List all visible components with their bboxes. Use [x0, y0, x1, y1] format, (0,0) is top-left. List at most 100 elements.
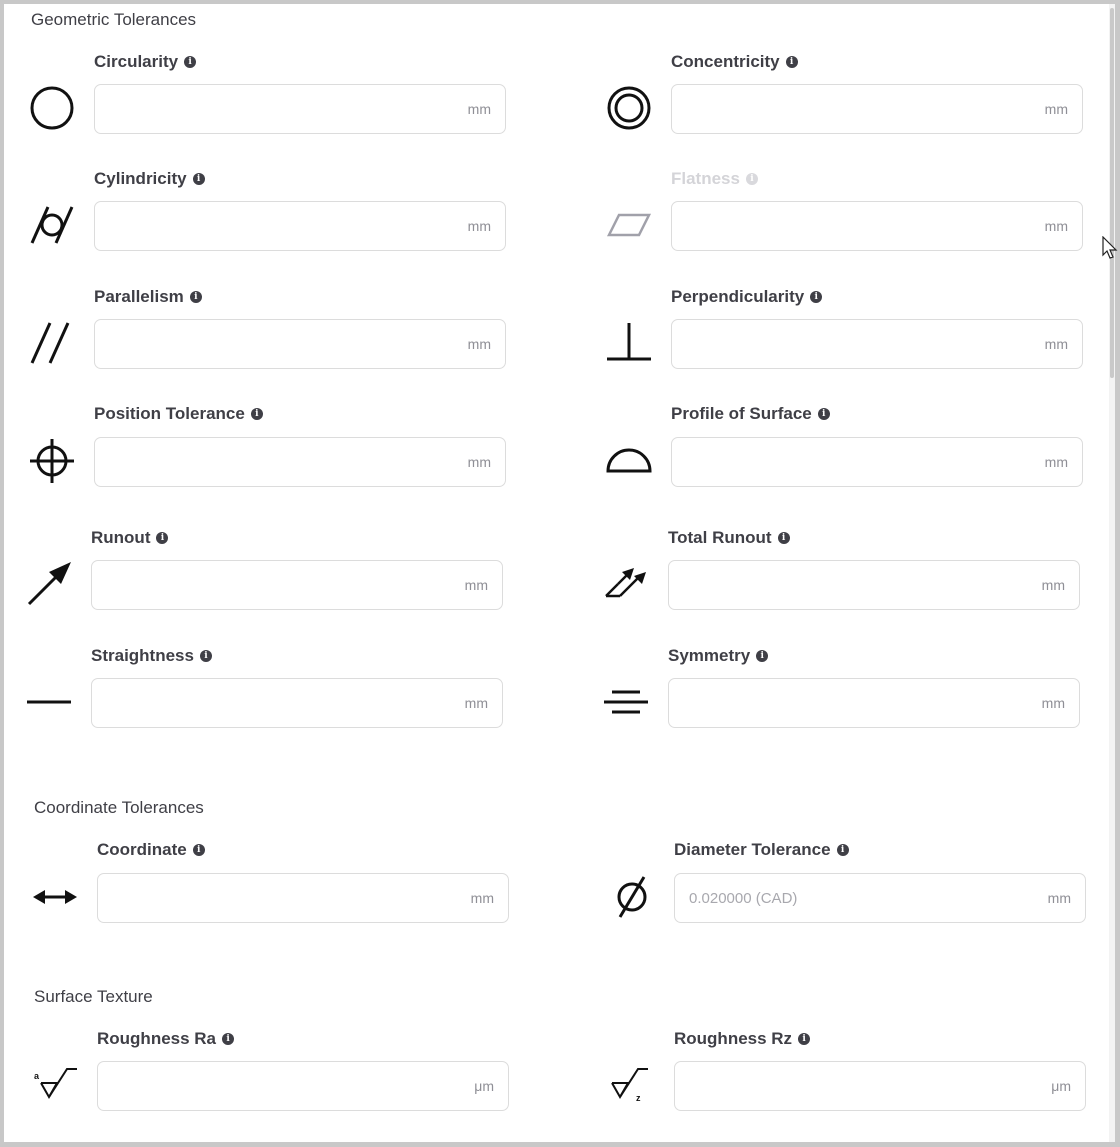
- parallelism-label: Parallelism: [94, 287, 184, 306]
- crosshair-icon: [28, 437, 76, 485]
- unit-label: mm: [1044, 336, 1068, 352]
- straightness-input-box[interactable]: mm: [91, 678, 503, 728]
- unit-label: mm: [467, 336, 491, 352]
- diameter-tolerance-input[interactable]: [675, 874, 1048, 922]
- perpendicularity-input-box[interactable]: mm: [671, 319, 1083, 369]
- roughness-ra-input[interactable]: [98, 1062, 475, 1110]
- runout-input[interactable]: [92, 561, 465, 609]
- circularity-label: Circularity: [94, 52, 179, 71]
- position-tolerance-input-box[interactable]: mm: [94, 437, 506, 487]
- roughness-rz-input-box[interactable]: μm: [674, 1061, 1086, 1111]
- unit-label: μm: [474, 1078, 494, 1094]
- straightness-label: Straightness: [91, 646, 194, 665]
- parallel-lines-icon: [28, 319, 76, 367]
- concentric-circles-icon: [605, 84, 653, 132]
- straightness-input[interactable]: [92, 679, 465, 727]
- symmetry-input[interactable]: [669, 679, 1042, 727]
- total-runout-input-box[interactable]: mm: [668, 560, 1080, 610]
- section-title-surface: Surface Texture: [34, 987, 153, 1006]
- roughness-rz-input[interactable]: [675, 1062, 1052, 1110]
- perpendicular-icon: [605, 319, 653, 367]
- info-icon[interactable]: i: [745, 173, 758, 185]
- coordinate-label: Coordinate: [97, 840, 187, 859]
- info-icon[interactable]: i: [222, 1033, 235, 1045]
- scrollbar-thumb[interactable]: [1110, 8, 1114, 378]
- concentricity-label: Concentricity: [671, 52, 780, 71]
- unit-label: mm: [464, 577, 488, 593]
- semicircle-icon: [605, 437, 653, 485]
- concentricity-input-box[interactable]: mm: [671, 84, 1083, 134]
- info-icon[interactable]: i: [798, 1033, 811, 1045]
- info-icon[interactable]: i: [189, 291, 202, 303]
- runout-label: Runout: [91, 528, 151, 547]
- profile-of-surface-label: Profile of Surface: [671, 404, 812, 423]
- diameter-tolerance-input-box[interactable]: mm: [674, 873, 1086, 923]
- cylindricity-input[interactable]: [95, 202, 468, 250]
- circle-icon: [28, 84, 76, 132]
- info-icon[interactable]: i: [156, 532, 169, 544]
- unit-label: mm: [1041, 577, 1065, 593]
- cylindricity-label: Cylindricity: [94, 169, 187, 188]
- parallelogram-icon: [605, 201, 653, 249]
- section-title-coordinate: Coordinate Tolerances: [34, 798, 204, 817]
- flatness-input[interactable]: [672, 202, 1045, 250]
- circularity-input[interactable]: [95, 85, 468, 133]
- info-icon[interactable]: i: [817, 408, 830, 420]
- roughness-rz-icon: z: [608, 1061, 656, 1109]
- line-icon: [25, 678, 73, 726]
- info-icon[interactable]: i: [810, 291, 823, 303]
- info-icon[interactable]: i: [756, 650, 769, 662]
- coordinate-input-box[interactable]: mm: [97, 873, 509, 923]
- profile-of-surface-input-box[interactable]: mm: [671, 437, 1083, 487]
- unit-label: mm: [467, 454, 491, 470]
- info-icon[interactable]: i: [785, 56, 798, 68]
- coordinate-input[interactable]: [98, 874, 471, 922]
- double-headed-arrow-icon: [31, 873, 79, 921]
- info-icon[interactable]: i: [777, 532, 790, 544]
- info-icon[interactable]: i: [836, 844, 849, 856]
- unit-label: mm: [1044, 454, 1068, 470]
- diameter-tolerance-label: Diameter Tolerance: [674, 840, 831, 859]
- unit-label: mm: [1041, 695, 1065, 711]
- profile-of-surface-input[interactable]: [672, 438, 1045, 486]
- roughness-rz-label: Roughness Rz: [674, 1029, 793, 1048]
- cylindricity-icon: [28, 201, 76, 249]
- mouse-cursor-icon: [1102, 236, 1118, 259]
- unit-label: μm: [1051, 1078, 1071, 1094]
- info-icon[interactable]: i: [192, 844, 205, 856]
- tolerance-panel: Geometric Tolerances Circularity i mm Co…: [4, 4, 1115, 1142]
- parallelism-input-box[interactable]: mm: [94, 319, 506, 369]
- info-icon[interactable]: i: [192, 173, 205, 185]
- roughness-ra-letter: a: [34, 1071, 40, 1081]
- diameter-icon: [608, 873, 656, 921]
- position-tolerance-input[interactable]: [95, 438, 468, 486]
- total-runout-input[interactable]: [669, 561, 1042, 609]
- roughness-rz-letter: z: [636, 1093, 641, 1103]
- parallelism-input[interactable]: [95, 320, 468, 368]
- unit-label: mm: [467, 101, 491, 117]
- info-icon[interactable]: i: [199, 650, 212, 662]
- concentricity-input[interactable]: [672, 85, 1045, 133]
- arrow-icon: [25, 560, 73, 608]
- unit-label: mm: [467, 218, 491, 234]
- perpendicularity-label: Perpendicularity: [671, 287, 805, 306]
- circularity-input-box[interactable]: mm: [94, 84, 506, 134]
- section-title-geometric: Geometric Tolerances: [31, 10, 197, 29]
- cylindricity-input-box[interactable]: mm: [94, 201, 506, 251]
- total-runout-label: Total Runout: [668, 528, 772, 547]
- info-icon[interactable]: i: [184, 56, 197, 68]
- unit-label: mm: [470, 890, 494, 906]
- unit-label: mm: [464, 695, 488, 711]
- symmetry-label: Symmetry: [668, 646, 751, 665]
- roughness-ra-input-box[interactable]: μm: [97, 1061, 509, 1111]
- symmetry-icon: [602, 678, 650, 726]
- runout-input-box[interactable]: mm: [91, 560, 503, 610]
- symmetry-input-box[interactable]: mm: [668, 678, 1080, 728]
- flatness-input-box[interactable]: mm: [671, 201, 1083, 251]
- flatness-label: Flatness: [671, 169, 740, 188]
- roughness-ra-icon: a: [31, 1061, 79, 1109]
- perpendicularity-input[interactable]: [672, 320, 1045, 368]
- double-arrow-icon: [602, 560, 650, 608]
- scrollbar[interactable]: [1109, 4, 1115, 1142]
- info-icon[interactable]: i: [250, 408, 263, 420]
